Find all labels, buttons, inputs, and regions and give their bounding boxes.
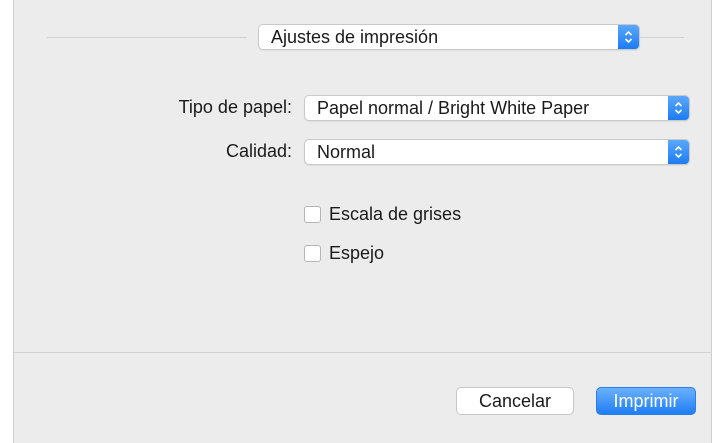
paper-type-value: Papel normal / Bright White Paper (317, 98, 590, 118)
footer-separator (14, 352, 712, 353)
popup-stepper-icon (668, 96, 689, 120)
window-edge-left (0, 0, 13, 443)
paper-type-popup[interactable]: Papel normal / Bright White Paper (304, 95, 690, 121)
header-separator-left (47, 37, 247, 38)
window-edge-right-border (711, 0, 712, 443)
mirror-label: Espejo (329, 243, 385, 263)
quality-label: Calidad: (225, 141, 292, 161)
cancel-button[interactable]: Cancelar (456, 387, 574, 415)
quality-value: Normal (317, 142, 376, 162)
print-settings-popup[interactable]: Ajustes de impresión (258, 24, 640, 50)
print-settings-popup-value: Ajustes de impresión (271, 27, 439, 47)
popup-stepper-icon (618, 25, 639, 49)
window-edge-right (712, 0, 722, 443)
mirror-checkbox[interactable] (304, 245, 321, 262)
header-separator-right (640, 37, 684, 38)
grayscale-label: Escala de grises (329, 204, 462, 224)
mirror-option[interactable]: Espejo (304, 243, 384, 264)
paper-type-label: Tipo de papel: (178, 97, 292, 117)
print-button[interactable]: Imprimir (596, 387, 696, 415)
print-dialog: Ajustes de impresión Tipo de papel: Pape… (0, 0, 722, 443)
grayscale-option[interactable]: Escala de grises (304, 204, 461, 225)
popup-stepper-icon (668, 140, 689, 164)
quality-popup[interactable]: Normal (304, 139, 690, 165)
window-edge-left-border (13, 0, 14, 443)
grayscale-checkbox[interactable] (304, 206, 321, 223)
